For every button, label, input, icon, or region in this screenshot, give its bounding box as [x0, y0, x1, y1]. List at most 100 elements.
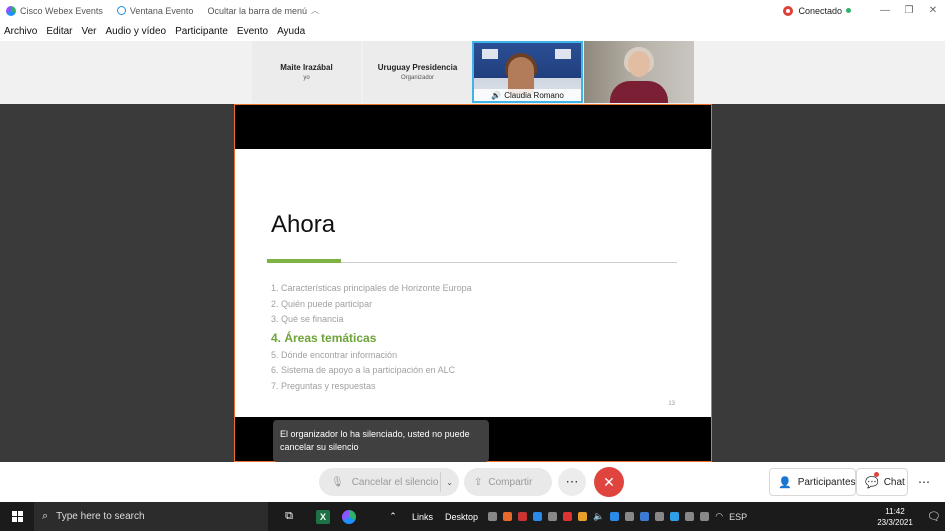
task-view-button[interactable]: ⧉	[276, 502, 302, 531]
tray-app-icon[interactable]	[563, 512, 573, 521]
share-label: Compartir	[488, 476, 533, 488]
taskbar-search[interactable]: ⌕ Type here to search	[34, 502, 268, 531]
banner-logo	[482, 49, 498, 59]
language-indicator[interactable]: ESP	[729, 512, 747, 522]
participant-role: yo	[303, 75, 310, 81]
microphone-tray-icon[interactable]	[548, 512, 558, 521]
tray-app-icon[interactable]	[610, 512, 620, 521]
speaker-name-bar: 🔊 Claudia Romano	[474, 89, 581, 101]
menu-ver[interactable]: Ver	[81, 26, 96, 37]
menu-archivo[interactable]: Archivo	[4, 26, 37, 37]
unmute-button[interactable]: 🎙 Cancelar el silencio ⌄	[319, 468, 459, 496]
title-bar: Cisco Webex Events Ventana Evento Oculta…	[0, 0, 945, 21]
banner-logo	[555, 49, 571, 59]
agenda-item: 1. Características principales de Horizo…	[271, 283, 472, 293]
connection-icon	[783, 5, 794, 16]
connection-status: Conectado	[798, 5, 842, 16]
hide-menu-label: Ocultar la barra de menú	[207, 5, 307, 16]
status-indicator	[846, 8, 851, 13]
agenda-item: 5. Dónde encontrar información	[271, 349, 398, 360]
participant-tile-active-speaker[interactable]: 🔊 Claudia Romano	[472, 41, 583, 103]
tray-app-icon[interactable]	[655, 512, 665, 521]
webex-taskbar-button[interactable]	[336, 502, 362, 531]
tray-app-icon[interactable]	[670, 512, 680, 521]
slide-page-number: 13	[668, 401, 675, 407]
tray-app-icon[interactable]	[578, 512, 588, 521]
agenda-list: 1. Características principales de Horizo…	[271, 281, 472, 394]
tray-app-icon[interactable]	[503, 512, 513, 521]
more-panels-button[interactable]: ⋯	[910, 468, 938, 496]
chat-button[interactable]: 💬 Chat	[856, 468, 908, 496]
microphone-icon: 🎙	[331, 476, 344, 488]
agenda-item-active: 4. Áreas temáticas	[271, 330, 377, 345]
webex-logo-icon	[6, 5, 16, 16]
meeting-controls: 🎙 Cancelar el silencio ⌄ ⇪ Compartir ⋯ ✕…	[0, 462, 945, 502]
start-button[interactable]	[0, 502, 34, 531]
slide-title: Ahora	[271, 211, 336, 238]
search-icon: ⌕	[42, 510, 49, 522]
menu-participante[interactable]: Participante	[175, 26, 228, 37]
globe-icon	[116, 6, 126, 15]
participant-tile-self[interactable]: Maite Irazábal yo	[252, 41, 361, 103]
menu-audio-video[interactable]: Audio y vídeo	[106, 26, 167, 37]
video-person	[628, 51, 650, 77]
event-window-tab[interactable]: Ventana Evento	[116, 6, 193, 16]
shared-content: Ahora 1. Características principales de …	[234, 104, 712, 462]
taskbar-clock[interactable]: 11:42 23/3/2021	[871, 506, 919, 528]
excel-taskbar-button[interactable]: X	[310, 502, 336, 531]
clock-time: 11:42	[885, 506, 905, 516]
person-icon: 👤	[778, 476, 792, 489]
menu-editar[interactable]: Editar	[46, 26, 72, 37]
agenda-item: 7. Preguntas y respuestas	[271, 380, 376, 391]
restore-button[interactable]: ❐	[897, 5, 921, 16]
desktop-toolbar[interactable]: Desktop	[445, 512, 478, 522]
tray-app-icon[interactable]	[533, 512, 543, 521]
links-toolbar[interactable]: Links	[412, 512, 433, 522]
participants-label: Participantes	[797, 476, 856, 488]
hide-menu-button[interactable]: Ocultar la barra de menú ︿	[207, 5, 319, 16]
slide-accent-bar	[267, 259, 341, 263]
windows-logo-icon	[11, 511, 23, 522]
app-name: Cisco Webex Events	[20, 5, 103, 16]
participant-name: Uruguay Presidencia	[377, 63, 458, 72]
share-button[interactable]: ⇪ Compartir	[464, 468, 552, 496]
unmute-label: Cancelar el silencio	[351, 476, 439, 488]
participant-tile-host[interactable]: Uruguay Presidencia Organizador	[363, 41, 472, 103]
close-window-button[interactable]: ✕	[921, 5, 945, 16]
taskbar-overflow-button[interactable]: ⌃	[380, 502, 406, 531]
agenda-item: 2. Quién puede participar	[271, 298, 373, 309]
divider	[440, 472, 441, 492]
chat-bubble-icon: 💬	[865, 476, 879, 489]
participant-name: Claudia Romano	[504, 90, 564, 100]
tray-app-icon[interactable]	[625, 512, 635, 521]
menu-evento[interactable]: Evento	[237, 26, 268, 37]
chevron-up-icon: ︿	[311, 6, 319, 15]
tray-app-icon[interactable]	[518, 512, 528, 521]
ellipsis-icon: ⋯	[565, 474, 579, 489]
presentation-slide: Ahora 1. Características principales de …	[235, 149, 711, 417]
wifi-icon[interactable]: ◠	[715, 511, 723, 522]
search-placeholder: Type here to search	[56, 511, 145, 522]
menu-ayuda[interactable]: Ayuda	[277, 26, 305, 37]
participant-tile-video[interactable]	[584, 41, 694, 103]
tray-app-icon[interactable]	[640, 512, 650, 521]
battery-icon[interactable]	[685, 512, 695, 521]
task-view-icon: ⧉	[285, 510, 293, 522]
leave-meeting-button[interactable]: ✕	[594, 467, 624, 497]
clock-date: 23/3/2021	[877, 517, 913, 527]
app-title: Cisco Webex Events	[6, 5, 103, 16]
ellipsis-icon: ⋯	[918, 475, 930, 489]
volume-icon[interactable]: 🔈	[593, 511, 604, 522]
notifications-button[interactable]: 🗨	[923, 502, 945, 531]
agenda-item: 3. Qué se financia	[271, 314, 344, 324]
keyboard-icon[interactable]	[700, 512, 710, 521]
participant-role: Organizador	[400, 75, 435, 81]
chevron-down-icon[interactable]: ⌄	[446, 478, 453, 487]
participants-button[interactable]: 👤 Participantes	[769, 468, 856, 496]
chat-label: Chat	[883, 476, 905, 488]
tray-app-icon[interactable]	[488, 512, 498, 521]
minimize-button[interactable]: —	[873, 5, 897, 16]
close-icon: ✕	[603, 473, 615, 490]
more-options-button[interactable]: ⋯	[558, 468, 586, 496]
webex-icon	[342, 509, 356, 524]
